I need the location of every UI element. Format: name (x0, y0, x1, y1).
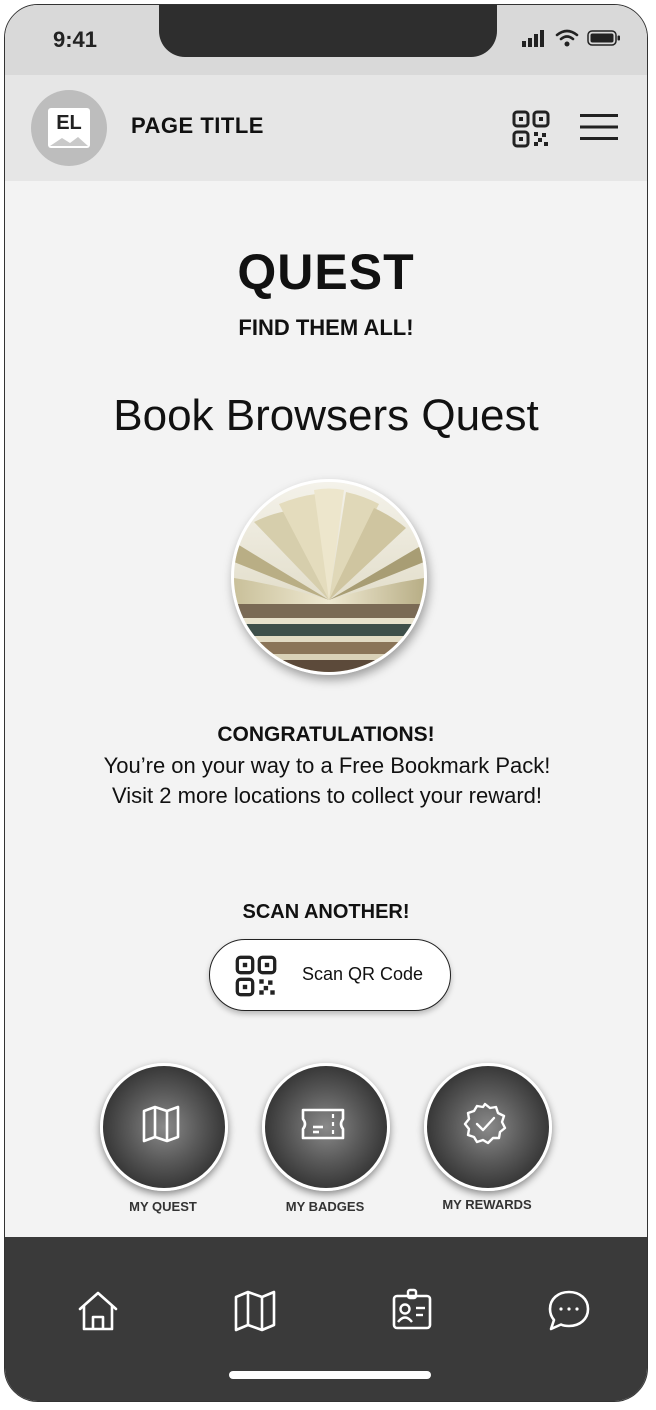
my-quest-button[interactable] (100, 1063, 228, 1191)
hamburger-menu-icon[interactable] (579, 111, 619, 143)
my-badges-button[interactable] (262, 1063, 390, 1191)
reward-message: You’re on your way to a Free Bookmark Pa… (103, 753, 551, 808)
quest-subheading: FIND THEM ALL! (238, 315, 414, 340)
logo-text: EL (56, 112, 82, 134)
phone-frame: 9:41 EL PAGE TITLE QUEST FIND THEM ALL! … (4, 4, 648, 1402)
bottom-nav (5, 1237, 647, 1401)
status-bar: 9:41 (5, 5, 647, 75)
quest-image (231, 479, 427, 675)
id-badge-icon[interactable] (388, 1287, 436, 1335)
signal-icon (522, 30, 544, 47)
quest-heading: QUEST (237, 244, 415, 300)
notch (159, 5, 497, 57)
home-icon[interactable] (74, 1287, 122, 1335)
home-indicator (229, 1371, 431, 1379)
status-icons (521, 29, 621, 47)
scan-qr-button-label: Scan QR Code (302, 964, 424, 984)
map-icon (142, 1105, 180, 1143)
my-rewards-button[interactable] (424, 1063, 552, 1191)
battery-icon (587, 30, 620, 46)
avatar[interactable]: EL (31, 90, 107, 166)
award-check-icon (463, 1102, 507, 1145)
wifi-icon (555, 29, 579, 47)
image-placeholder-icon (50, 137, 88, 146)
open-book-photo (234, 482, 424, 672)
chat-bubble-icon[interactable] (545, 1287, 593, 1335)
congrats-heading: CONGRATULATIONS! (217, 723, 435, 746)
qr-code-icon[interactable] (511, 109, 551, 149)
scan-qr-button[interactable]: Scan QR Code (209, 939, 451, 1011)
scan-another-heading: SCAN ANOTHER! (242, 901, 410, 923)
my-badges-label: MY BADGES (285, 1199, 365, 1214)
qr-code-icon (235, 955, 277, 997)
my-quest-label: MY QUEST (129, 1199, 197, 1214)
ticket-icon (301, 1108, 345, 1140)
logo-badge: EL (48, 108, 90, 148)
page-title: PAGE TITLE (131, 113, 264, 138)
app-header: EL PAGE TITLE (5, 75, 647, 181)
quest-name: Book Browsers Quest (113, 391, 539, 440)
my-rewards-label: MY REWARDS (442, 1197, 532, 1212)
status-time: 9:41 (53, 27, 98, 52)
map-icon[interactable] (231, 1287, 279, 1335)
